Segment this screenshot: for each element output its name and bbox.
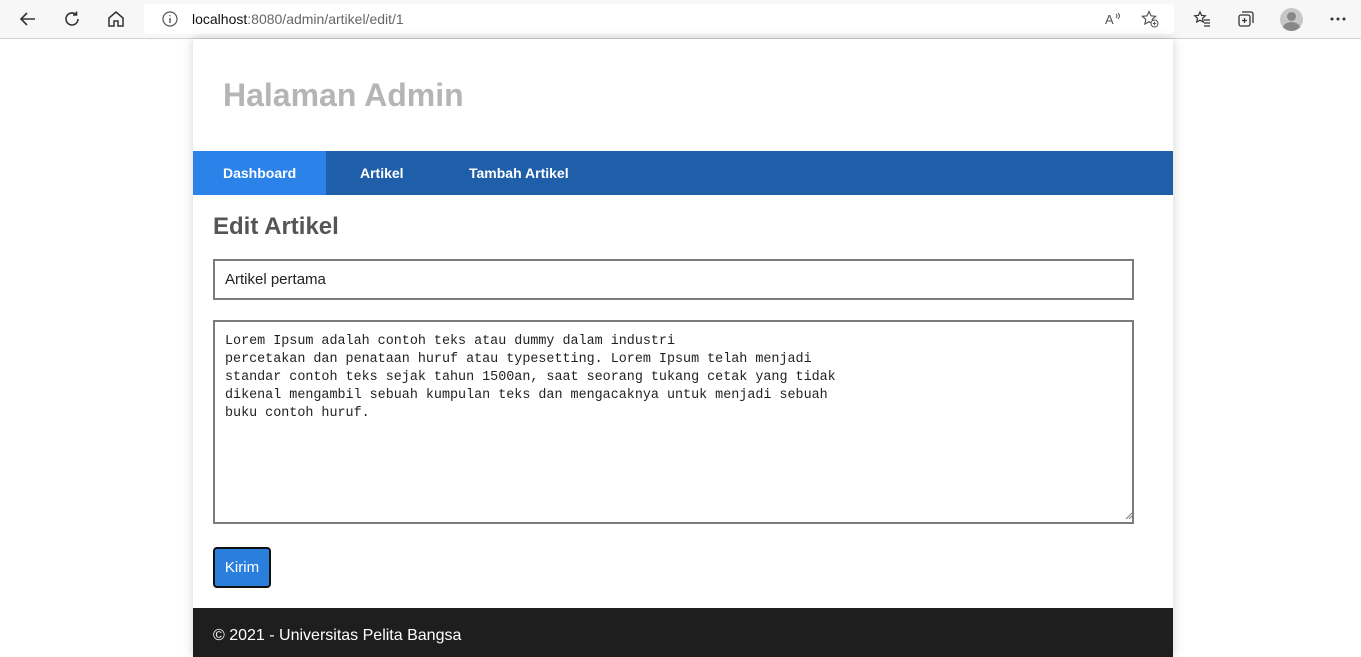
page-heading: Edit Artikel bbox=[213, 213, 339, 240]
more-menu-button[interactable] bbox=[1323, 4, 1353, 34]
address-bar[interactable]: localhost:8080/admin/artikel/edit/1 A bbox=[144, 4, 1174, 34]
page-footer: © 2021 - Universitas Pelita Bangsa bbox=[193, 608, 1173, 657]
site-title: Halaman Admin bbox=[223, 77, 464, 113]
nav-item-tambah-artikel[interactable]: Tambah Artikel bbox=[439, 151, 599, 195]
footer-text: © 2021 - Universitas Pelita Bangsa bbox=[213, 627, 462, 644]
back-arrow-icon bbox=[19, 12, 35, 26]
collections-button[interactable] bbox=[1231, 4, 1261, 34]
add-favorite-icon[interactable] bbox=[1140, 9, 1160, 29]
collections-icon bbox=[1238, 11, 1254, 27]
favorites-button[interactable] bbox=[1187, 4, 1217, 34]
favorites-icon bbox=[1193, 10, 1210, 27]
main-nav: Dashboard Artikel Tambah Artikel bbox=[193, 151, 1173, 195]
home-icon bbox=[108, 11, 124, 27]
svg-text:A: A bbox=[1105, 12, 1114, 27]
url-path: :8080/admin/artikel/edit/1 bbox=[247, 11, 404, 27]
page-container: Halaman Admin Dashboard Artikel Tambah A… bbox=[193, 39, 1173, 657]
home-button[interactable] bbox=[101, 4, 131, 34]
page-header: Halaman Admin bbox=[193, 39, 1173, 151]
more-dots-icon bbox=[1330, 17, 1346, 21]
refresh-icon bbox=[65, 11, 79, 26]
info-icon[interactable] bbox=[160, 9, 180, 29]
read-aloud-icon[interactable]: A bbox=[1104, 9, 1124, 29]
article-body-textarea[interactable]: Lorem Ipsum adalah contoh teks atau dumm… bbox=[213, 320, 1134, 524]
resize-grip-icon[interactable] bbox=[1123, 510, 1133, 520]
nav-item-artikel[interactable]: Artikel bbox=[330, 151, 434, 195]
article-title-input[interactable] bbox=[213, 259, 1134, 300]
url-host: localhost bbox=[192, 11, 248, 27]
main-content: Edit Artikel Lorem Ipsum adalah contoh t… bbox=[213, 195, 1153, 588]
browser-toolbar: localhost:8080/admin/artikel/edit/1 A bbox=[0, 0, 1361, 39]
profile-avatar[interactable] bbox=[1280, 8, 1303, 31]
url-text: localhost:8080/admin/artikel/edit/1 bbox=[192, 11, 404, 27]
back-button[interactable] bbox=[13, 4, 43, 34]
refresh-button[interactable] bbox=[57, 4, 87, 34]
nav-item-dashboard[interactable]: Dashboard bbox=[193, 151, 326, 195]
submit-button[interactable]: Kirim bbox=[213, 547, 271, 588]
